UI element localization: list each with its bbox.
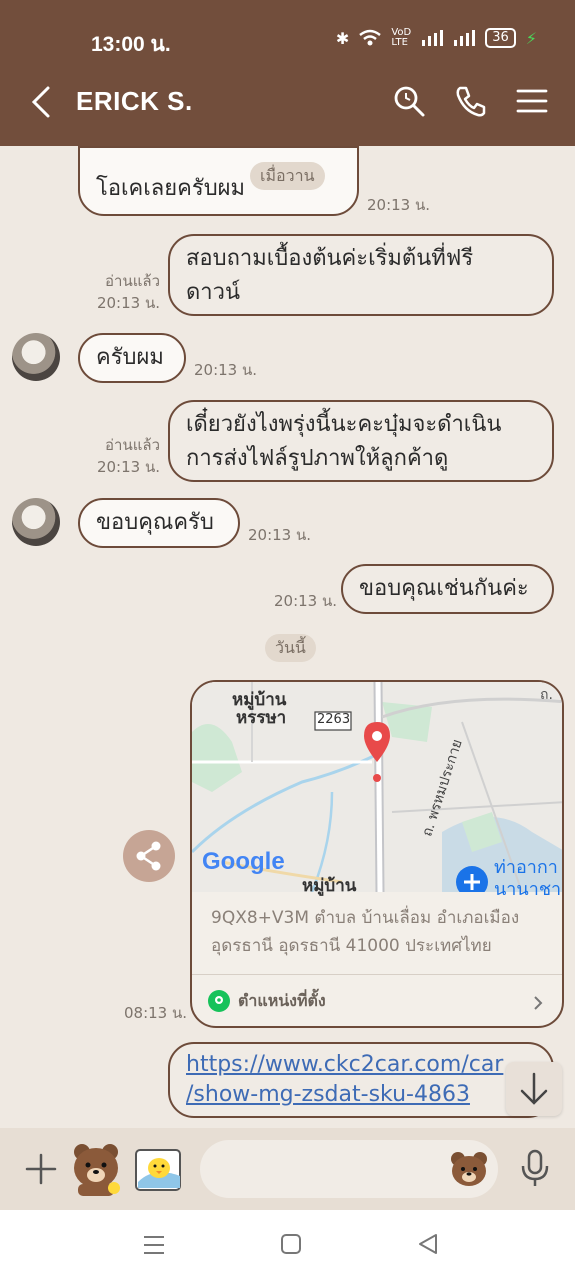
map-label: นานาชา	[494, 879, 562, 900]
wifi-icon	[359, 29, 382, 46]
message-bubble-outgoing[interactable]: ขอบคุณเช่นกันค่ะ	[341, 564, 554, 614]
location-pin-icon	[208, 990, 230, 1012]
signal-2-icon	[454, 30, 476, 46]
message-bubble-outgoing[interactable]: เดี๋ยวยังไงพรุ่งนี้นะคะบุ๋มจะดำเนิน การส…	[168, 400, 554, 482]
message-link[interactable]: https://www.ckc2car.com/car	[186, 1050, 536, 1080]
status-icons: ✱ VoD LTE 36 ⚡	[336, 28, 537, 48]
avatar[interactable]	[12, 333, 60, 381]
back-button[interactable]	[26, 84, 58, 120]
google-logo: Google	[202, 848, 285, 875]
map-label: ถ.	[540, 687, 553, 703]
status-time: 13:00 น.	[91, 33, 171, 56]
sticker-bear-icon[interactable]	[68, 1140, 124, 1198]
message-time: 20:13 น.	[367, 196, 431, 214]
message-text: ดาวน์	[186, 280, 241, 305]
message-text: สอบถามเบื้องต้นค่ะเริ่มต้นที่ฟรี	[186, 246, 474, 271]
message-bubble-outgoing[interactable]: https://www.ckc2car.com/car /show-mg-zsd…	[168, 1042, 554, 1118]
message-meta: อ่านแล้ว 20:13 น.	[88, 434, 160, 478]
share-icon	[136, 841, 161, 871]
search-icon[interactable]	[392, 84, 426, 118]
message-bubble-incoming[interactable]: ครับผม	[78, 333, 186, 383]
message-time: 20:13 น.	[194, 361, 258, 379]
system-navigation-bar	[0, 1210, 575, 1280]
microphone-icon[interactable]	[520, 1148, 550, 1188]
message-text: ครับผม	[96, 345, 164, 370]
address-line: 9QX8+V3M ตำบล บ้านเลื่อม อำเภอเมือง	[211, 908, 520, 928]
phone-call-icon[interactable]	[454, 84, 488, 118]
message-text: โอเคเลยครับผม	[96, 176, 246, 201]
back-nav-icon[interactable]	[417, 1233, 439, 1255]
volte-icon: VoD LTE	[391, 27, 412, 48]
avatar[interactable]	[12, 498, 60, 546]
arrow-down-icon	[520, 1072, 548, 1105]
sticker-shop-icon[interactable]	[134, 1146, 184, 1194]
message-text: การส่งไฟล์รูปภาพให้ลูกค้าดู	[186, 446, 449, 471]
message-text: ขอบคุณครับ	[96, 510, 214, 535]
read-status: อ่านแล้ว	[105, 436, 160, 454]
recent-apps-icon[interactable]	[143, 1234, 165, 1256]
share-button[interactable]	[123, 830, 175, 882]
app-header: 13:00 น. ✱ VoD LTE 36 ⚡ ERICK S.	[0, 0, 575, 146]
message-text: ขอบคุณเช่นกันค่ะ	[359, 576, 529, 601]
message-time: 20:13 น.	[248, 526, 312, 544]
message-meta: อ่านแล้ว 20:13 น.	[88, 270, 160, 314]
emoji-icon[interactable]	[449, 1150, 489, 1188]
map-label: หรรษา	[236, 708, 287, 728]
location-link-row[interactable]: ตำแหน่งที่ตั้ง	[192, 974, 562, 1026]
location-address: 9QX8+V3M ตำบล บ้านเลื่อม อำเภอเมือง อุดร…	[211, 904, 551, 960]
bluetooth-icon: ✱	[335, 28, 350, 48]
message-text: เดี๋ยวยังไงพรุ่งนี้นะคะบุ๋มจะดำเนิน	[186, 412, 502, 437]
address-line: อุดรธานี อุดรธานี 41000 ประเทศไทย	[211, 936, 492, 956]
chat-title: ERICK S.	[76, 86, 193, 116]
message-bubble-incoming[interactable]: ขอบคุณครับ	[78, 498, 240, 548]
chevron-right-icon	[534, 996, 543, 1010]
location-message-card[interactable]: หมู่บ้าน หรรษา 2263 ถ. ถ. พรหมประกาย Goo…	[190, 680, 564, 1028]
chat-history[interactable]: โอเคเลยครับผม เมื่อวาน 20:13 น. อ่านแล้ว…	[0, 146, 575, 1128]
date-chip: เมื่อวาน	[250, 162, 325, 190]
message-time: 20:13 น.	[96, 294, 160, 312]
map-label: 2263	[317, 712, 351, 727]
date-divider: วันนี้	[265, 634, 316, 662]
charging-icon: ⚡	[525, 28, 537, 48]
message-time: 20:13 น.	[96, 458, 160, 476]
plus-icon[interactable]	[24, 1152, 58, 1186]
map-label: หมู่บ้าน	[302, 876, 357, 896]
message-time: 20:13 น.	[274, 592, 338, 610]
signal-icon	[422, 30, 444, 46]
scroll-to-bottom-button[interactable]	[506, 1062, 562, 1116]
message-link[interactable]: /show-mg-zsdat-sku-4863	[186, 1080, 536, 1110]
map-preview[interactable]: หมู่บ้าน หรรษา 2263 ถ. ถ. พรหมประกาย Goo…	[192, 682, 562, 900]
battery-icon: 36	[485, 28, 516, 48]
message-bubble-outgoing[interactable]: สอบถามเบื้องต้นค่ะเริ่มต้นที่ฟรี ดาวน์	[168, 234, 554, 316]
message-input-bar	[0, 1128, 575, 1210]
menu-icon[interactable]	[515, 84, 549, 118]
read-status: อ่านแล้ว	[105, 272, 160, 290]
home-icon[interactable]	[280, 1233, 302, 1255]
location-label: ตำแหน่งที่ตั้ง	[238, 991, 326, 1010]
message-time: 08:13 น.	[124, 1004, 188, 1022]
divider	[78, 146, 359, 148]
